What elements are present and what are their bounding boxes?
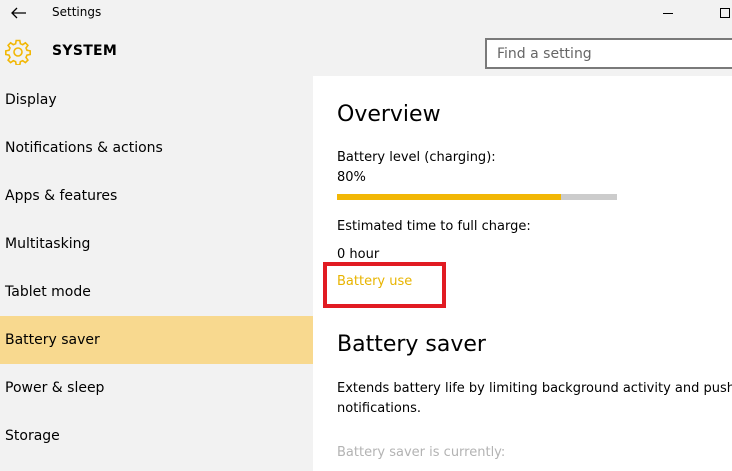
battery-level-label: Battery level (charging): — [337, 150, 496, 165]
estimated-time-value: 0 hour — [337, 247, 380, 262]
sidebar-item-tablet-mode[interactable]: Tablet mode — [0, 268, 313, 316]
minimize-icon — [663, 13, 673, 14]
minimize-button[interactable] — [660, 6, 676, 20]
sidebar: Display Notifications & actions Apps & f… — [0, 76, 313, 471]
battery-use-link[interactable]: Battery use — [337, 274, 412, 289]
description-line-1: Extends battery life by limiting backgro… — [337, 381, 732, 396]
window-title: Settings — [52, 5, 102, 19]
title-bar: Settings — [0, 0, 732, 28]
back-arrow-icon — [11, 7, 26, 19]
overview-heading: Overview — [337, 102, 441, 127]
battery-level-value: 80% — [337, 170, 366, 185]
back-button[interactable] — [8, 3, 30, 23]
main-content: Overview Battery level (charging): 80% E… — [313, 76, 732, 471]
header: SYSTEM — [0, 28, 732, 76]
sidebar-item-battery-saver[interactable]: Battery saver — [0, 316, 313, 364]
sidebar-item-notifications-actions[interactable]: Notifications & actions — [0, 124, 313, 172]
sidebar-item-power-sleep[interactable]: Power & sleep — [0, 364, 313, 412]
section-title: SYSTEM — [52, 43, 118, 59]
sidebar-item-apps-features[interactable]: Apps & features — [0, 172, 313, 220]
battery-progress-fill — [337, 194, 561, 200]
maximize-button[interactable] — [715, 6, 732, 20]
sidebar-item-multitasking[interactable]: Multitasking — [0, 220, 313, 268]
sidebar-item-storage[interactable]: Storage — [0, 412, 313, 460]
estimated-time-label: Estimated time to full charge: — [337, 219, 531, 234]
battery-saver-heading: Battery saver — [337, 332, 486, 357]
gear-icon — [5, 39, 31, 65]
maximize-icon — [720, 8, 730, 18]
description-line-2: notifications. — [337, 401, 422, 416]
sidebar-item-display[interactable]: Display — [0, 76, 313, 124]
battery-saver-status-label: Battery saver is currently: — [337, 445, 506, 460]
battery-progress-bar — [337, 194, 617, 200]
search-input[interactable] — [485, 38, 732, 69]
